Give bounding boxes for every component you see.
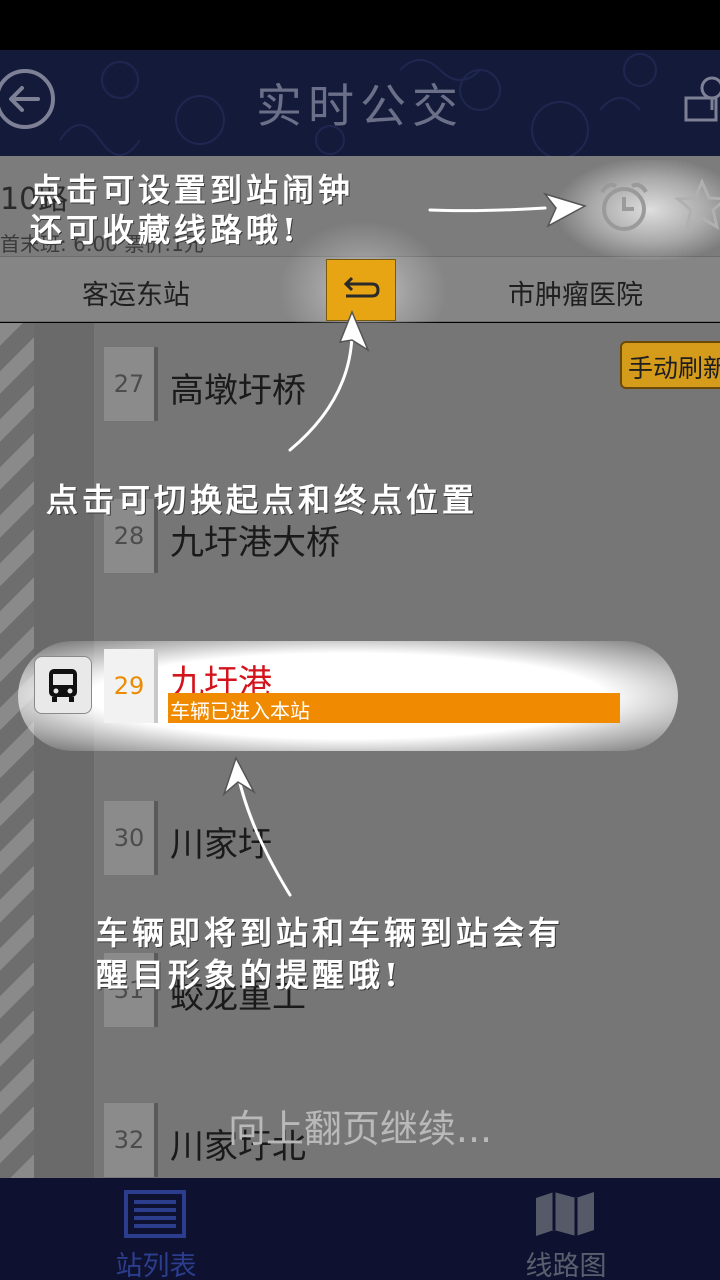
continue-hint: 向上翻页继续... (227, 1107, 493, 1151)
end-station: 市肿瘤医院 (508, 280, 643, 311)
status-bar (0, 0, 720, 50)
current-station-row[interactable]: 29 九圩港 车辆已进入本站 (104, 649, 624, 723)
tab-station-list-label: 站列表 (115, 1251, 197, 1280)
start-station: 客运东站 (82, 280, 190, 311)
page-title: 实时公交 (256, 79, 464, 133)
station-name: 九圩港大桥 (170, 523, 340, 563)
alarm-hint-line1: 点击可设置到站闹钟 (30, 171, 355, 209)
alarm-clock-icon[interactable] (594, 176, 654, 236)
station-name: 高墩圩桥 (170, 371, 306, 411)
map-icon (536, 1192, 594, 1236)
station-list[interactable]: 手动刷新 27 高墩圩桥 28 九圩港大桥 29 九圩港 车辆已进入本站 30 … (0, 323, 720, 1178)
station-number: 29 (104, 649, 158, 723)
arrival-status: 车辆已进入本站 (168, 693, 620, 723)
station-name: 川家圩 (170, 825, 272, 865)
station-number: 30 (104, 801, 158, 875)
list-hatch (0, 323, 34, 1178)
swap-hint: 点击可切换起点和终点位置 (46, 481, 479, 519)
bottom-nav: 站列表 线路图 (0, 1178, 720, 1280)
alarm-hint-line2: 还可收藏线路哦! (30, 211, 301, 249)
tab-route-map[interactable]: 线路图 (510, 1178, 622, 1280)
user-location-icon[interactable] (682, 72, 720, 128)
tab-route-map-label: 线路图 (525, 1251, 607, 1280)
favorite-star-icon[interactable] (672, 176, 720, 236)
arrival-hint-line1: 车辆即将到站和车辆到站会有 (96, 914, 565, 952)
swap-direction-button[interactable] (326, 259, 396, 321)
station-list-icon (124, 1190, 186, 1238)
tab-station-list[interactable]: 站列表 (100, 1178, 212, 1280)
bus-icon (34, 656, 92, 714)
alarm-hint: 点击可设置到站闹钟 还可收藏线路哦! (30, 170, 354, 250)
station-row[interactable]: 30 川家圩 (104, 801, 664, 875)
station-number: 27 (104, 347, 158, 421)
swap-icon (343, 276, 380, 298)
app-header: 实时公交 (0, 50, 720, 156)
arrival-hint-line2: 醒目形象的提醒哦! (96, 956, 403, 994)
station-row[interactable]: 27 高墩圩桥 (104, 347, 664, 421)
arrival-hint: 车辆即将到站和车辆到站会有 醒目形象的提醒哦! (96, 912, 564, 996)
